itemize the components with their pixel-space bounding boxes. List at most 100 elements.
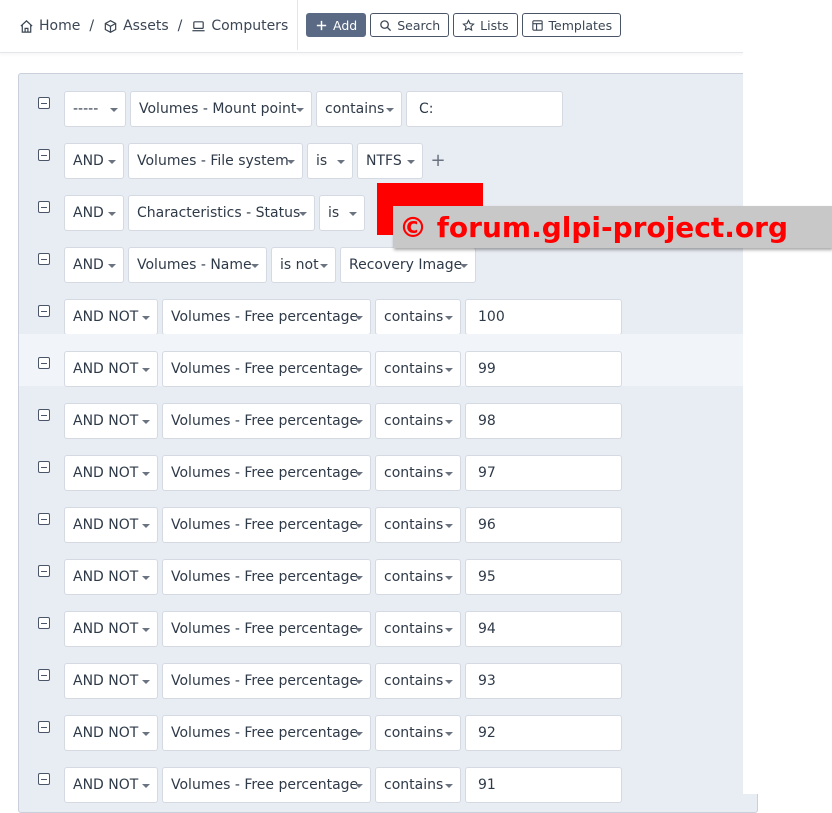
criteria-row: AND NOT Volumes - Free percentage contains… (19, 438, 743, 491)
add-value-icon[interactable]: + (423, 143, 453, 177)
operator-select[interactable]: is (319, 195, 365, 231)
operator-select[interactable]: contains (375, 611, 461, 647)
link-select[interactable]: AND NOT (64, 455, 158, 491)
link-select[interactable]: AND NOT (64, 507, 158, 543)
chevron-down-icon (355, 732, 363, 736)
remove-criteria-icon[interactable] (38, 201, 50, 213)
value-input[interactable]: 99 (465, 351, 622, 387)
remove-criteria-icon[interactable] (38, 617, 50, 629)
remove-criteria-icon[interactable] (38, 305, 50, 317)
criteria-row: AND NOT Volumes - Free percentage contains… (19, 646, 743, 699)
field-select[interactable]: Volumes - Free percentage (162, 455, 371, 491)
field-select[interactable]: Volumes - Mount point (130, 91, 312, 127)
search-button[interactable]: Search (370, 13, 450, 37)
breadcrumb-assets-label: Assets (123, 18, 169, 34)
link-select-value: AND NOT (73, 465, 139, 481)
operator-select[interactable]: contains (375, 663, 461, 699)
field-select-value: Volumes - File system (137, 153, 289, 169)
field-select[interactable]: Volumes - Name (128, 247, 267, 283)
home-icon (20, 19, 33, 33)
operator-select[interactable]: contains (375, 299, 461, 335)
value-input[interactable]: 98 (465, 403, 622, 439)
page-margin (743, 0, 832, 794)
remove-criteria-icon[interactable] (38, 97, 50, 109)
field-select[interactable]: Volumes - Free percentage (162, 715, 371, 751)
chevron-down-icon (386, 108, 394, 112)
remove-criteria-icon[interactable] (38, 669, 50, 681)
operator-select-value: contains (325, 101, 385, 117)
remove-criteria-icon[interactable] (38, 565, 50, 577)
remove-criteria-icon[interactable] (38, 409, 50, 421)
chevron-down-icon (142, 576, 150, 580)
remove-criteria-icon[interactable] (38, 461, 50, 473)
link-select[interactable]: AND (64, 195, 124, 231)
operator-select[interactable]: is (307, 143, 353, 179)
link-select[interactable]: AND NOT (64, 611, 158, 647)
value-input[interactable]: 92 (465, 715, 622, 751)
link-select-value: ----- (73, 101, 99, 117)
link-select[interactable]: AND (64, 143, 124, 179)
field-select[interactable]: Characteristics - Status (128, 195, 315, 231)
link-select[interactable]: ----- (64, 91, 126, 127)
link-select[interactable]: AND NOT (64, 663, 158, 699)
remove-criteria-icon[interactable] (38, 149, 50, 161)
value-select[interactable]: Recovery Image (340, 247, 476, 283)
link-select[interactable]: AND NOT (64, 715, 158, 751)
operator-select[interactable]: contains (375, 507, 461, 543)
link-select[interactable]: AND NOT (64, 351, 158, 387)
chevron-down-icon (349, 212, 357, 216)
operator-select[interactable]: contains (375, 455, 461, 491)
field-select[interactable]: Volumes - Free percentage (162, 767, 371, 803)
field-select[interactable]: Volumes - Free percentage (162, 507, 371, 543)
remove-criteria-icon[interactable] (38, 773, 50, 785)
link-select[interactable]: AND NOT (64, 299, 158, 335)
templates-button[interactable]: Templates (521, 13, 622, 37)
cube-icon (104, 19, 117, 33)
link-select-value: AND NOT (73, 777, 139, 793)
link-select[interactable]: AND NOT (64, 767, 158, 803)
breadcrumb-assets[interactable]: Assets (103, 18, 169, 34)
chevron-down-icon (445, 316, 453, 320)
field-select[interactable]: Volumes - Free percentage (162, 351, 371, 387)
add-button[interactable]: Add (306, 13, 367, 37)
value-input[interactable]: 91 (465, 767, 622, 803)
value-input[interactable]: 100 (465, 299, 622, 335)
chevron-down-icon (445, 628, 453, 632)
value-input[interactable]: C: (406, 91, 563, 127)
remove-criteria-icon[interactable] (38, 253, 50, 265)
chevron-down-icon (445, 732, 453, 736)
breadcrumb-home[interactable]: Home (19, 18, 80, 34)
field-select[interactable]: Volumes - Free percentage (162, 299, 371, 335)
value-input[interactable]: 94 (465, 611, 622, 647)
operator-select[interactable]: contains (375, 403, 461, 439)
link-select[interactable]: AND (64, 247, 124, 283)
remove-criteria-icon[interactable] (38, 721, 50, 733)
operator-select[interactable]: contains (375, 559, 461, 595)
link-select-value: AND (73, 153, 104, 169)
field-select-value: Volumes - Free percentage (171, 673, 359, 689)
operator-select[interactable]: is not (271, 247, 336, 283)
field-select[interactable]: Volumes - Free percentage (162, 611, 371, 647)
field-select[interactable]: Volumes - Free percentage (162, 403, 371, 439)
value-input[interactable]: 97 (465, 455, 622, 491)
field-select[interactable]: Volumes - Free percentage (162, 663, 371, 699)
link-select[interactable]: AND NOT (64, 403, 158, 439)
remove-criteria-icon[interactable] (38, 357, 50, 369)
chevron-down-icon (355, 576, 363, 580)
value-input[interactable]: 96 (465, 507, 622, 543)
operator-select[interactable]: contains (316, 91, 402, 127)
value-input[interactable]: 93 (465, 663, 622, 699)
operator-select[interactable]: contains (375, 715, 461, 751)
operator-select[interactable]: contains (375, 351, 461, 387)
field-select[interactable]: Volumes - File system (128, 143, 303, 179)
value-select[interactable]: NTFS (357, 143, 423, 179)
value-input[interactable]: 95 (465, 559, 622, 595)
remove-criteria-icon[interactable] (38, 513, 50, 525)
link-select[interactable]: AND NOT (64, 559, 158, 595)
lists-button[interactable]: Lists (453, 13, 518, 37)
field-select[interactable]: Volumes - Free percentage (162, 559, 371, 595)
operator-select-value: contains (384, 621, 444, 637)
operator-select-value: contains (384, 361, 444, 377)
operator-select[interactable]: contains (375, 767, 461, 803)
breadcrumb-computers[interactable]: Computers (191, 18, 288, 34)
